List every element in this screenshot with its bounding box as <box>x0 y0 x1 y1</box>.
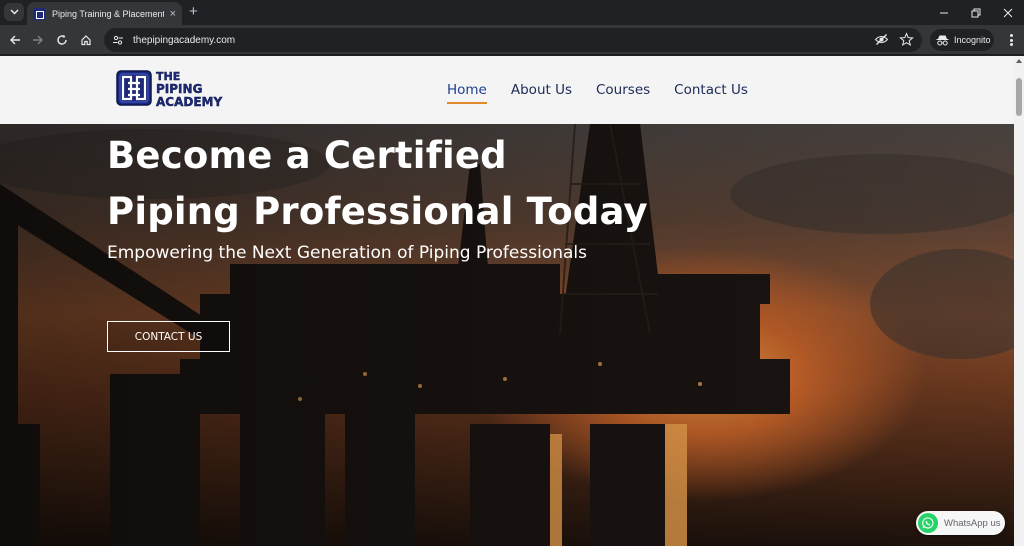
home-button[interactable] <box>78 32 94 48</box>
chevron-down-icon <box>9 9 19 15</box>
eye-off-icon[interactable] <box>874 32 889 47</box>
hero-section: Become a Certified Piping Professional T… <box>0 124 1014 546</box>
whatsapp-chat-button[interactable]: WhatsApp us <box>916 511 1005 535</box>
hero-subtitle: Empowering the Next Generation of Piping… <box>107 243 587 263</box>
close-icon <box>1003 8 1013 17</box>
nav-contact-us[interactable]: Contact Us <box>674 82 748 98</box>
piping-academy-logo-icon: THE PIPING ACADEMY <box>116 70 223 109</box>
forward-arrow-icon <box>33 35 43 45</box>
new-tab-button[interactable]: + <box>189 4 198 19</box>
incognito-badge[interactable]: Incognito <box>930 29 994 51</box>
whatsapp-icon <box>918 513 938 533</box>
dot-icon <box>1009 34 1013 37</box>
page-scrollbar[interactable] <box>1014 56 1024 546</box>
site-favicon-icon <box>33 7 45 20</box>
url-text[interactable]: thepipingacademy.com <box>133 35 235 46</box>
incognito-icon <box>936 35 949 45</box>
contact-us-button[interactable]: CONTACT US <box>107 321 230 352</box>
nav-home[interactable]: Home <box>447 82 487 104</box>
address-bar[interactable]: thepipingacademy.com <box>104 28 922 52</box>
back-button[interactable] <box>7 32 23 48</box>
restore-button[interactable] <box>960 0 992 25</box>
browser-tab-strip: Piping Training & Placement – T × + <box>0 0 1024 25</box>
scrollbar-thumb[interactable] <box>1016 78 1022 116</box>
hero-title-line-2: Piping Professional Today <box>107 190 648 233</box>
reload-button[interactable] <box>54 32 70 48</box>
minimize-button[interactable] <box>928 0 960 25</box>
page-viewport: THE PIPING ACADEMY Home About Us Courses… <box>0 56 1014 546</box>
scroll-up-arrow-icon[interactable] <box>1016 59 1022 63</box>
close-tab-icon[interactable]: × <box>170 8 176 20</box>
nav-courses[interactable]: Courses <box>596 82 650 98</box>
tab-title: Piping Training & Placement – T <box>52 8 164 19</box>
reload-icon <box>57 34 67 45</box>
dot-icon <box>1009 43 1013 46</box>
whatsapp-label: WhatsApp us <box>944 517 1001 529</box>
logo-text-academy: ACADEMY <box>156 95 222 109</box>
tab-search-button[interactable] <box>4 3 24 21</box>
nav-about-us[interactable]: About Us <box>511 82 572 98</box>
minimize-icon <box>940 12 948 13</box>
home-icon <box>81 35 91 46</box>
hero-title: Become a Certified Piping Professional T… <box>107 128 727 240</box>
window-controls <box>928 0 1024 25</box>
bookmark-star-icon[interactable] <box>899 32 914 47</box>
incognito-label: Incognito <box>954 35 991 45</box>
close-window-button[interactable] <box>992 0 1024 25</box>
browser-toolbar: thepipingacademy.com Incognito <box>0 25 1024 55</box>
back-arrow-icon <box>10 35 20 45</box>
site-info-icon[interactable] <box>112 34 124 46</box>
restore-icon <box>971 8 981 17</box>
browser-tab[interactable]: Piping Training & Placement – T × <box>27 2 182 25</box>
logo-text-piping: PIPING <box>156 82 202 96</box>
hero-title-line-1: Become a Certified <box>107 134 507 177</box>
browser-menu-button[interactable] <box>1004 32 1018 48</box>
dot-icon <box>1009 38 1013 42</box>
address-bar-actions <box>874 32 914 47</box>
forward-button[interactable] <box>30 32 46 48</box>
main-nav: Home About Us Courses Contact Us <box>447 82 748 104</box>
site-header: THE PIPING ACADEMY Home About Us Courses… <box>0 56 1014 124</box>
site-logo[interactable]: THE PIPING ACADEMY <box>116 66 234 110</box>
